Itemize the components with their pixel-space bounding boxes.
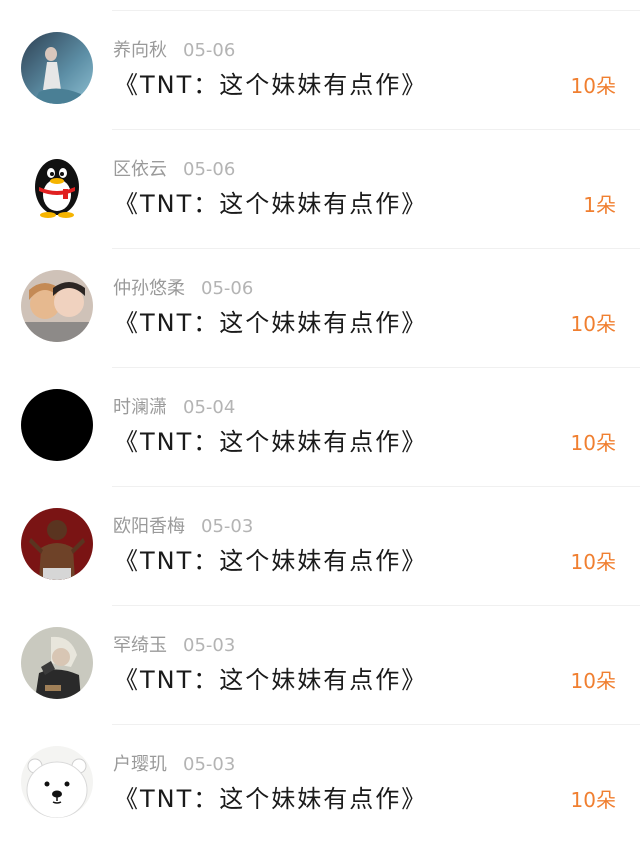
book-title[interactable]: 《TNT：这个妹妹有点作》: [114, 308, 427, 338]
user-name[interactable]: 时澜潇: [113, 397, 167, 418]
item-meta: 区依云 05-06: [113, 159, 235, 181]
book-title[interactable]: 《TNT：这个妹妹有点作》: [114, 189, 427, 219]
avatar-photo-icon[interactable]: [21, 270, 93, 342]
list-item[interactable]: 罕绮玉 05-03 《TNT：这个妹妹有点作》 10朵: [0, 606, 640, 725]
user-name[interactable]: 养向秋: [113, 40, 167, 61]
list-item[interactable]: 时澜潇 05-04 《TNT：这个妹妹有点作》 10朵: [0, 368, 640, 487]
gift-count: 10朵: [570, 74, 616, 98]
user-name[interactable]: 区依云: [113, 159, 167, 180]
gift-count: 10朵: [570, 788, 616, 812]
avatar-photo-icon[interactable]: [21, 627, 93, 699]
gift-count: 1朵: [583, 193, 616, 217]
item-meta: 养向秋 05-06: [113, 40, 235, 62]
gift-count: 10朵: [570, 550, 616, 574]
item-meta: 罕绮玉 05-03: [113, 635, 235, 657]
item-date: 05-06: [201, 278, 254, 299]
list-item[interactable]: 户璎玑 05-03 《TNT：这个妹妹有点作》 10朵: [0, 725, 640, 844]
gift-count: 10朵: [570, 669, 616, 693]
item-date: 05-04: [183, 397, 236, 418]
avatar-black-icon[interactable]: [21, 389, 93, 461]
user-name[interactable]: 仲孙悠柔: [113, 278, 185, 299]
book-title[interactable]: 《TNT：这个妹妹有点作》: [114, 427, 427, 457]
item-date: 05-03: [183, 754, 236, 775]
bear-avatar-icon[interactable]: [21, 746, 93, 818]
book-title[interactable]: 《TNT：这个妹妹有点作》: [114, 546, 427, 576]
list-item[interactable]: 养向秋 05-06 《TNT：这个妹妹有点作》 10朵: [0, 11, 640, 130]
item-meta: 欧阳香梅 05-03: [113, 516, 253, 538]
item-meta: 户璎玑 05-03: [113, 754, 235, 776]
item-meta: 仲孙悠柔 05-06: [113, 278, 253, 300]
avatar-photo-icon[interactable]: [21, 32, 93, 104]
gift-count: 10朵: [570, 431, 616, 455]
user-name[interactable]: 户璎玑: [113, 754, 167, 775]
item-date: 05-03: [183, 635, 236, 656]
list-item[interactable]: 欧阳香梅 05-03 《TNT：这个妹妹有点作》 10朵: [0, 487, 640, 606]
list-item[interactable]: 区依云 05-06 《TNT：这个妹妹有点作》 1朵: [0, 130, 640, 249]
gift-record-list: 养向秋 05-06 《TNT：这个妹妹有点作》 10朵 区依云 05-06 《T…: [0, 0, 640, 848]
gift-count: 10朵: [570, 312, 616, 336]
item-date: 05-03: [201, 516, 254, 537]
avatar-photo-icon[interactable]: [21, 508, 93, 580]
book-title[interactable]: 《TNT：这个妹妹有点作》: [114, 70, 427, 100]
qq-penguin-icon[interactable]: [21, 151, 93, 223]
item-date: 05-06: [183, 159, 236, 180]
user-name[interactable]: 欧阳香梅: [113, 516, 185, 537]
book-title[interactable]: 《TNT：这个妹妹有点作》: [114, 665, 427, 695]
book-title[interactable]: 《TNT：这个妹妹有点作》: [114, 784, 427, 814]
item-date: 05-06: [183, 40, 236, 61]
user-name[interactable]: 罕绮玉: [113, 635, 167, 656]
item-meta: 时澜潇 05-04: [113, 397, 235, 419]
list-item[interactable]: 仲孙悠柔 05-06 《TNT：这个妹妹有点作》 10朵: [0, 249, 640, 368]
